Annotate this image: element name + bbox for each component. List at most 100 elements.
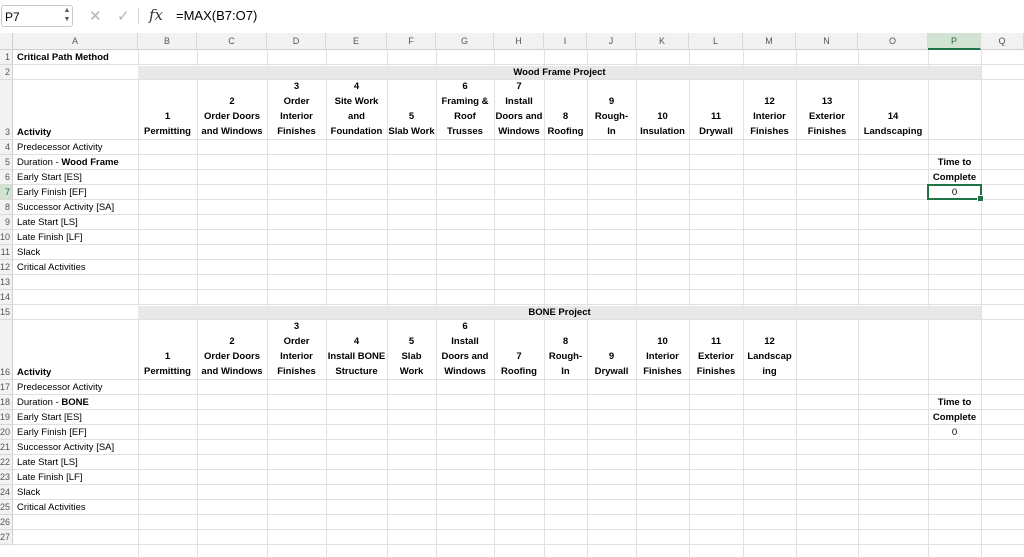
row-label[interactable]: Critical Activities (17, 260, 86, 275)
row-label[interactable]: Predecessor Activity (17, 140, 103, 155)
row-header-17[interactable]: 17 (0, 380, 13, 395)
activity-header-2[interactable]: 2 Order Doors and Windows (197, 80, 267, 139)
activity-header-9[interactable]: 9 Drywall (587, 320, 636, 379)
row-label[interactable]: Activity (17, 365, 51, 380)
column-header-p[interactable]: P (928, 33, 981, 50)
column-header-d[interactable]: D (267, 33, 326, 50)
select-all-corner[interactable] (0, 33, 13, 50)
activity-header-6[interactable]: 6 Framing & Roof Trusses (436, 80, 494, 139)
row-header-6[interactable]: 6 (0, 170, 13, 185)
row-header-4[interactable]: 4 (0, 140, 13, 155)
column-header-g[interactable]: G (436, 33, 494, 50)
row-header-26[interactable]: 26 (0, 515, 13, 530)
row-header-7[interactable]: 7 (0, 185, 13, 200)
row-header-12[interactable]: 12 (0, 260, 13, 275)
activity-header-10[interactable]: 10 Insulation (636, 80, 689, 139)
row-header-23[interactable]: 23 (0, 470, 13, 485)
row-label[interactable]: Late Start [LS] (17, 215, 78, 230)
fx-icon[interactable]: fx (149, 6, 163, 24)
row-label[interactable]: Early Start [ES] (17, 170, 82, 185)
row-header-22[interactable]: 22 (0, 455, 13, 470)
activity-header-7[interactable]: 7 Install Doors and Windows (494, 80, 544, 139)
activity-header-6[interactable]: 6 Install Doors and Windows (436, 320, 494, 379)
activity-header-9[interactable]: 9 Rough- In (587, 80, 636, 139)
row-label[interactable]: Duration - Wood Frame (17, 155, 119, 170)
row-label[interactable]: Predecessor Activity (17, 380, 103, 395)
column-header-m[interactable]: M (743, 33, 796, 50)
row-label[interactable]: Early Finish [EF] (17, 425, 87, 440)
activity-header-1[interactable]: 1 Permitting (138, 320, 197, 379)
column-header-q[interactable]: Q (981, 33, 1024, 50)
row-label[interactable]: Slack (17, 245, 40, 260)
row-label[interactable]: Late Finish [LF] (17, 470, 82, 485)
row-header-1[interactable]: 1 (0, 50, 13, 65)
activity-header-2[interactable]: 2 Order Doors and Windows (197, 320, 267, 379)
activity-header-line: Finishes (807, 126, 847, 137)
activity-header-5[interactable]: 5 Slab Work (387, 80, 436, 139)
column-header-h[interactable]: H (494, 33, 544, 50)
row-header-21[interactable]: 21 (0, 440, 13, 455)
row-header-3[interactable]: 3 (0, 80, 13, 140)
activity-header-12[interactable]: 12 Interior Finishes (743, 80, 796, 139)
column-header-f[interactable]: F (387, 33, 436, 50)
formula-input[interactable]: =MAX(B7:O7) (176, 8, 257, 23)
row-header-10[interactable]: 10 (0, 230, 13, 245)
row-header-16[interactable]: 16 (0, 320, 13, 380)
column-header-l[interactable]: L (689, 33, 743, 50)
column-header-i[interactable]: I (544, 33, 587, 50)
activity-header-11[interactable]: 11 Drywall (689, 80, 743, 139)
activity-header-8[interactable]: 8 Rough- In (544, 320, 587, 379)
column-header-k[interactable]: K (636, 33, 689, 50)
row-header-15[interactable]: 15 (0, 305, 13, 320)
row-label[interactable]: Successor Activity [SA] (17, 200, 114, 215)
row-header-13[interactable]: 13 (0, 275, 13, 290)
activity-header-1[interactable]: 1 Permitting (138, 80, 197, 139)
row-label[interactable]: Slack (17, 485, 40, 500)
column-header-a[interactable]: A (13, 33, 138, 50)
check-icon[interactable]: ✓ (117, 7, 130, 25)
column-header-e[interactable]: E (326, 33, 387, 50)
activity-header-13[interactable]: 13 Exterior Finishes (796, 80, 858, 139)
activity-header-3[interactable]: 3 Order Interior Finishes (267, 80, 326, 139)
row-label[interactable]: Early Finish [EF] (17, 185, 87, 200)
activity-header-7[interactable]: 7 Roofing (494, 320, 544, 379)
activity-header-4[interactable]: 4 Install BONE Structure (326, 320, 387, 379)
time-to-complete-value[interactable]: 0 (928, 185, 981, 200)
activity-header-3[interactable]: 3 Order Interior Finishes (267, 320, 326, 379)
row-header-19[interactable]: 19 (0, 410, 13, 425)
row-header-24[interactable]: 24 (0, 485, 13, 500)
row-header-9[interactable]: 9 (0, 215, 13, 230)
activity-header-5[interactable]: 5 Slab Work (387, 320, 436, 379)
activity-header-4[interactable]: 4 Site Work and Foundation (326, 80, 387, 139)
spreadsheet-grid[interactable]: A B C D E F G H I J K L M N O P Q 1 2 3 4 5 6 7 8 9 10 11 12 13 14 15 16… (0, 33, 1024, 557)
column-header-j[interactable]: J (587, 33, 636, 50)
column-header-o[interactable]: O (858, 33, 928, 50)
row-header-27[interactable]: 27 (0, 530, 13, 545)
column-header-n[interactable]: N (796, 33, 858, 50)
row-label[interactable]: Late Start [LS] (17, 455, 78, 470)
row-header-11[interactable]: 11 (0, 245, 13, 260)
activity-header-10[interactable]: 10 Interior Finishes (636, 320, 689, 379)
row-header-5[interactable]: 5 (0, 155, 13, 170)
row-header-14[interactable]: 14 (0, 290, 13, 305)
activity-header-14[interactable]: 14 Landscaping (858, 80, 928, 139)
row-header-25[interactable]: 25 (0, 500, 13, 515)
row-header-18[interactable]: 18 (0, 395, 13, 410)
row-label[interactable]: Duration - BONE (17, 395, 89, 410)
row-header-2[interactable]: 2 (0, 65, 13, 80)
name-box-stepper-icon[interactable]: ▲ ▼ (63, 6, 71, 26)
row-header-20[interactable]: 20 (0, 425, 13, 440)
activity-header-8[interactable]: 8 Roofing (544, 80, 587, 139)
close-icon[interactable]: ✕ (89, 7, 102, 25)
column-header-c[interactable]: C (197, 33, 267, 50)
activity-header-11[interactable]: 11 Exterior Finishes (689, 320, 743, 379)
row-label[interactable]: Late Finish [LF] (17, 230, 82, 245)
time-to-complete-value[interactable]: 0 (928, 425, 981, 440)
row-label[interactable]: Early Start [ES] (17, 410, 82, 425)
row-label[interactable]: Activity (17, 125, 51, 140)
row-label[interactable]: Successor Activity [SA] (17, 440, 114, 455)
row-header-8[interactable]: 8 (0, 200, 13, 215)
row-label[interactable]: Critical Activities (17, 500, 86, 515)
column-header-b[interactable]: B (138, 33, 197, 50)
activity-header-12[interactable]: 12 Landscap ing (743, 320, 796, 379)
